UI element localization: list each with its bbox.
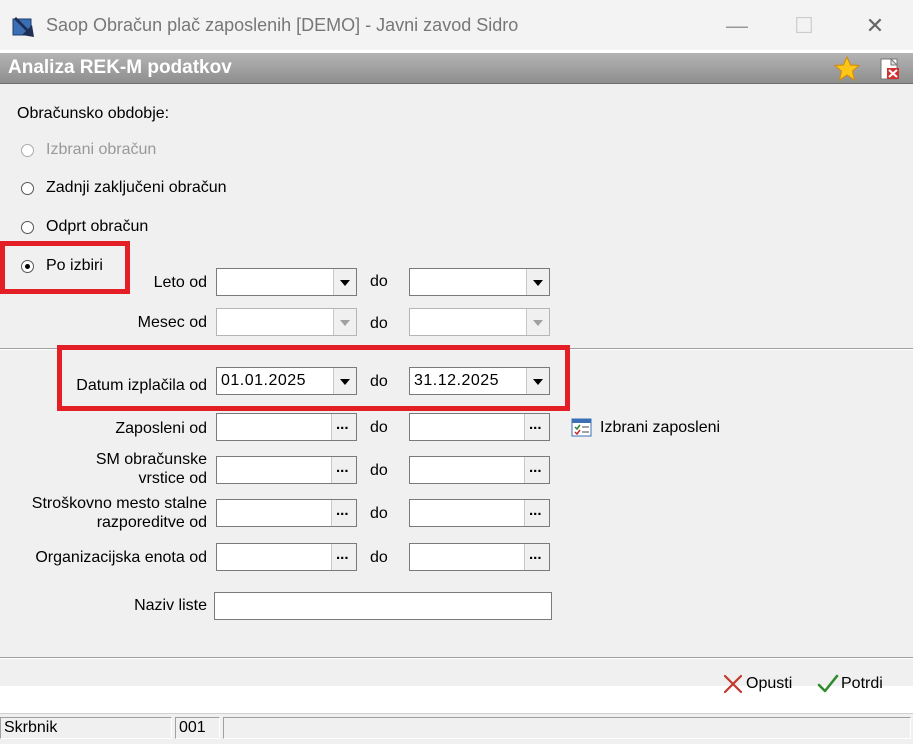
sm-obracunske-label: SM obračunske vrstice od — [40, 450, 207, 488]
oe-do-label: do — [370, 549, 388, 566]
radio-izbrani-obracun[interactable] — [21, 144, 34, 157]
confirm-button[interactable]: Potrdi — [816, 672, 890, 700]
radio-odprt-obracun-label: Odprt obračun — [46, 218, 149, 235]
oe-od-label: Organizacijska enota od — [35, 549, 207, 566]
confirm-label: Potrdi — [841, 675, 883, 692]
sm-obracunske-od-browse-button[interactable] — [331, 457, 356, 483]
leto-do-label: do — [370, 273, 388, 290]
close-document-icon[interactable] — [878, 57, 902, 81]
zaposleni-od-field[interactable] — [216, 413, 357, 441]
cancel-x-icon — [722, 673, 744, 695]
datum-do-dropdown-icon[interactable] — [526, 368, 549, 394]
leto-do-combo[interactable] — [409, 268, 550, 296]
sm-stalne-od-field[interactable] — [216, 499, 357, 527]
sm-stalne-do-label: do — [370, 505, 388, 522]
status-code: 001 — [175, 717, 220, 739]
sm-stalne-label-line1: Stroškovno mesto stalne — [31, 495, 207, 512]
close-button[interactable]: ✕ — [853, 8, 897, 44]
datum-od-label: Datum izplačila od — [76, 377, 207, 394]
oe-od-field[interactable] — [216, 543, 357, 571]
leto-od-combo[interactable] — [216, 268, 357, 296]
datum-od-combo[interactable]: 01.01.2025 — [216, 367, 357, 395]
radio-zadnji-zakljuceni[interactable] — [21, 182, 34, 195]
datum-od-value: 01.01.2025 — [221, 372, 307, 389]
izbrani-zaposleni-link[interactable]: Izbrani zaposleni — [600, 419, 720, 437]
sm-obracunske-label-line2: vrstice od — [138, 470, 207, 487]
selected-list-icon[interactable] — [571, 418, 593, 438]
zaposleni-do-label: do — [370, 419, 388, 436]
dialog-header: Analiza REK-M podatkov — [0, 53, 913, 84]
leto-od-label: Leto od — [153, 274, 207, 291]
sm-obracunske-do-label: do — [370, 462, 388, 479]
mesec-od-label: Mesec od — [137, 314, 207, 331]
oe-do-field[interactable] — [409, 543, 550, 571]
zaposleni-od-label: Zaposleni od — [115, 420, 207, 437]
sm-stalne-label-line2: razporeditve od — [96, 514, 207, 531]
datum-od-dropdown-icon[interactable] — [333, 368, 356, 394]
naziv-liste-input[interactable] — [214, 592, 552, 620]
leto-od-dropdown-icon[interactable] — [333, 269, 356, 295]
cancel-label: Opusti — [746, 675, 793, 692]
oe-od-browse-button[interactable] — [331, 544, 356, 570]
sm-obracunske-do-field[interactable] — [409, 456, 550, 484]
confirm-check-icon — [816, 672, 840, 696]
favorite-star-icon[interactable] — [833, 55, 861, 82]
mesec-do-combo[interactable] — [409, 308, 550, 336]
minimize-button[interactable]: — — [715, 8, 759, 44]
cancel-button[interactable]: Opusti — [722, 672, 800, 700]
status-extra — [223, 717, 911, 739]
period-label: Obračunsko obdobje: — [17, 105, 170, 122]
app-icon — [10, 13, 36, 39]
zaposleni-do-browse-button[interactable] — [524, 414, 549, 440]
sm-stalne-od-browse-button[interactable] — [331, 500, 356, 526]
radio-odprt-obracun[interactable] — [21, 221, 34, 234]
sm-stalne-do-browse-button[interactable] — [524, 500, 549, 526]
mesec-od-dropdown-icon[interactable] — [333, 309, 356, 335]
radio-izbrani-obracun-label: Izbrani obračun — [46, 141, 157, 158]
sm-stalne-do-field[interactable] — [409, 499, 550, 527]
sm-obracunske-label-line1: SM obračunske — [95, 451, 207, 468]
footer-divider — [0, 657, 913, 659]
mesec-do-label: do — [370, 315, 388, 332]
leto-do-dropdown-icon[interactable] — [526, 269, 549, 295]
sm-stalne-label: Stroškovno mesto stalne razporeditve od — [10, 494, 207, 532]
naziv-liste-label: Naziv liste — [134, 597, 207, 614]
datum-do-label: do — [370, 373, 388, 390]
status-user: Skrbnik — [0, 717, 172, 739]
maximize-button[interactable]: ☐ — [782, 8, 826, 44]
zaposleni-do-field[interactable] — [409, 413, 550, 441]
window-title: Saop Obračun plač zaposlenih [DEMO] - Ja… — [46, 15, 519, 35]
datum-do-combo[interactable]: 31.12.2025 — [409, 367, 550, 395]
oe-do-browse-button[interactable] — [524, 544, 549, 570]
datum-do-value: 31.12.2025 — [414, 372, 500, 389]
zaposleni-od-browse-button[interactable] — [331, 414, 356, 440]
sm-obracunske-od-field[interactable] — [216, 456, 357, 484]
mesec-od-combo[interactable] — [216, 308, 357, 336]
dialog-title: Analiza REK-M podatkov — [8, 57, 232, 78]
radio-zadnji-zakljuceni-label: Zadnji zaključeni obračun — [46, 179, 227, 196]
mesec-do-dropdown-icon[interactable] — [526, 309, 549, 335]
sm-obracunske-do-browse-button[interactable] — [524, 457, 549, 483]
